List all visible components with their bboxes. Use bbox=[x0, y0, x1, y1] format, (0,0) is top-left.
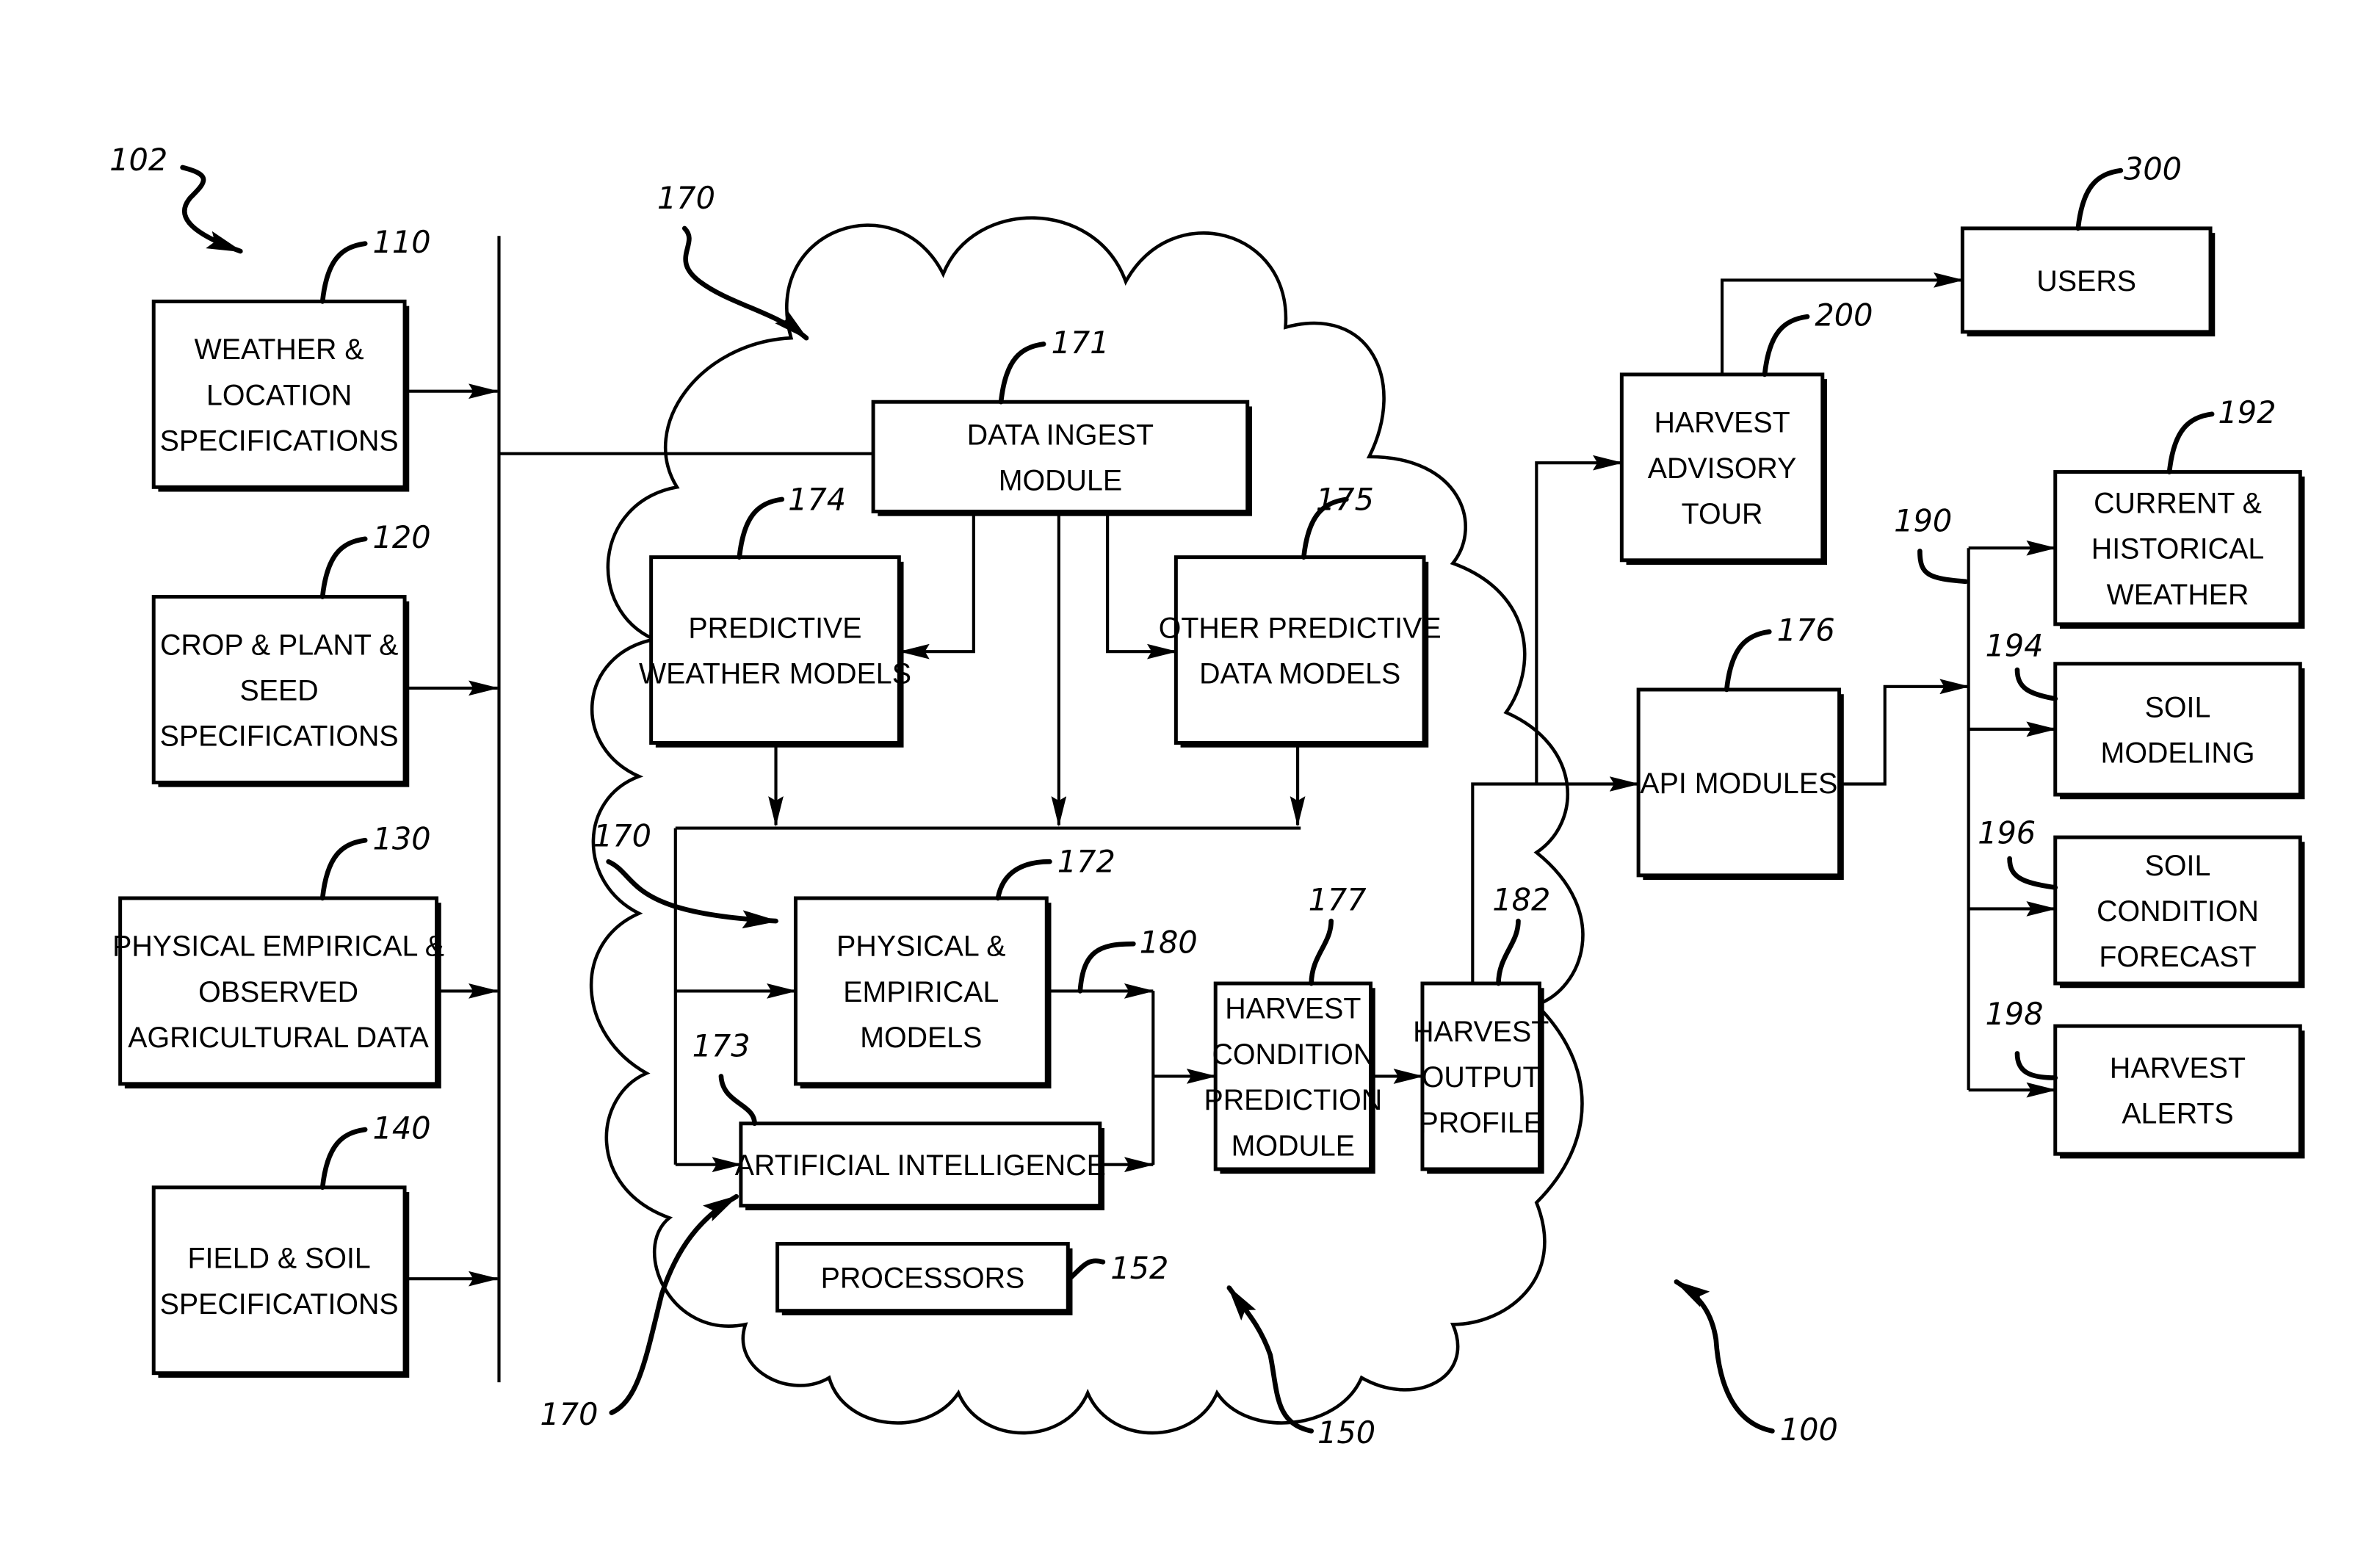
api-output-box-196: SOIL CONDITION FORECAST bbox=[2053, 835, 2305, 989]
api-modules-box-label-line: API MODULES bbox=[1640, 767, 1837, 800]
api-output-box-198: HARVEST ALERTS bbox=[2053, 1024, 2305, 1159]
input-box-140-frame bbox=[151, 1185, 407, 1376]
harvest-advisory-tour-box-label-line: ADVISORY bbox=[1648, 452, 1797, 485]
ref-152: 152 bbox=[1110, 1251, 1168, 1286]
ref-194: 194 bbox=[1985, 628, 2043, 663]
ref-171: 171 bbox=[1051, 325, 1109, 361]
harvest-condition-prediction-box: HARVEST CONDITION PREDICTION MODULE bbox=[1204, 981, 1383, 1174]
ref-198: 198 bbox=[1985, 997, 2043, 1032]
ref-140: 140 bbox=[373, 1110, 431, 1146]
input-box-140: FIELD & SOIL SPECIFICATIONS bbox=[151, 1185, 410, 1378]
input-box-110-label-line: LOCATION bbox=[206, 379, 352, 411]
physical-empirical-models-box: PHYSICAL & EMPIRICAL MODELS bbox=[793, 896, 1052, 1089]
harvest-advisory-tour-box-label-line: TOUR bbox=[1682, 498, 1763, 530]
api-output-box-196-label-line: SOIL bbox=[2145, 850, 2211, 882]
physical-empirical-models-box-label-line: MODELS bbox=[860, 1022, 982, 1054]
predictive-weather-models-box-frame bbox=[649, 555, 901, 745]
ref-300: 300 bbox=[2124, 152, 2182, 187]
harvest-output-profile-box: HARVEST OUTPUT PROFILE bbox=[1413, 981, 1549, 1174]
api-output-box-198-label-line: HARVEST bbox=[2110, 1052, 2246, 1085]
users-box-label-line: USERS bbox=[2036, 265, 2136, 297]
ref-150: 150 bbox=[1317, 1415, 1375, 1450]
other-predictive-data-models-box: OTHER PREDICTIVE DATA MODELS bbox=[1159, 555, 1442, 748]
ref-176: 176 bbox=[1777, 613, 1835, 648]
api-output-box-192-label-line: WEATHER bbox=[2107, 579, 2249, 611]
api-output-box-194-frame bbox=[2053, 662, 2302, 797]
arrow-api-to-group bbox=[1840, 679, 1970, 786]
api-output-box-198-label-line: ALERTS bbox=[2122, 1098, 2233, 1130]
physical-empirical-models-box-label-line: PHYSICAL & bbox=[836, 931, 1005, 963]
harvest-output-profile-box-label-line: PROFILE bbox=[1419, 1107, 1543, 1139]
api-output-box-192: CURRENT & HISTORICAL WEATHER bbox=[2053, 470, 2305, 629]
harvest-condition-prediction-box-label-line: PREDICTION bbox=[1204, 1084, 1383, 1116]
processors-box-label-line: PROCESSORS bbox=[821, 1262, 1025, 1295]
harvest-condition-prediction-box-label-line: CONDITION bbox=[1212, 1038, 1374, 1071]
artificial-intelligence-box-label-line: ARTIFICIAL INTELLIGENCE bbox=[735, 1149, 1106, 1182]
other-predictive-data-models-box-label-line: DATA MODELS bbox=[1199, 658, 1400, 690]
predictive-weather-models-box-label-line: PREDICTIVE bbox=[688, 612, 861, 644]
ref-172: 172 bbox=[1057, 845, 1115, 880]
api-modules-box: API MODULES bbox=[1636, 687, 1844, 881]
input-box-110-label-line: SPECIFICATIONS bbox=[160, 425, 399, 458]
data-ingest-module-box-label-line: DATA INGEST bbox=[967, 419, 1154, 451]
api-output-box-196-label-line: FORECAST bbox=[2099, 941, 2256, 973]
ref-102: 102 bbox=[109, 142, 167, 178]
api-output-box-194: SOIL MODELING bbox=[2053, 662, 2305, 800]
api-output-box-196-label-line: CONDITION bbox=[2097, 895, 2259, 928]
ref-170-top: 170 bbox=[657, 181, 715, 216]
ref-190: 190 bbox=[1894, 503, 1952, 538]
harvest-output-profile-box-label-line: OUTPUT bbox=[1422, 1061, 1541, 1094]
ref-196: 196 bbox=[1978, 815, 2036, 850]
input-box-140-label-line: SPECIFICATIONS bbox=[160, 1288, 399, 1320]
ref-200: 200 bbox=[1815, 298, 1873, 333]
input-box-140-label-line: FIELD & SOIL bbox=[187, 1243, 370, 1275]
input-box-120-label-line: SEED bbox=[240, 674, 319, 707]
api-output-box-192-label-line: CURRENT & bbox=[2094, 488, 2262, 520]
harvest-prediction-system-diagram: WEATHER &LOCATIONSPECIFICATIONSCROP & PL… bbox=[109, 142, 2305, 1450]
api-output-box-192-label-line: HISTORICAL bbox=[2091, 533, 2264, 566]
ref-170-mid: 170 bbox=[593, 818, 651, 853]
other-predictive-data-models-box-frame bbox=[1173, 555, 1426, 745]
artificial-intelligence-box: ARTIFICIAL INTELLIGENCE bbox=[735, 1121, 1106, 1210]
other-predictive-data-models-box-label-line: OTHER PREDICTIVE bbox=[1159, 612, 1442, 644]
api-output-box-194-label-line: MODELING bbox=[2101, 737, 2255, 769]
ref-130: 130 bbox=[373, 822, 431, 857]
arrow-output-to-advisory bbox=[1535, 455, 1624, 784]
ref-110: 110 bbox=[373, 225, 431, 260]
input-box-120: CROP & PLANT & SEED SPECIFICATIONS bbox=[151, 595, 410, 787]
harvest-advisory-tour-box: HARVEST ADVISORY TOUR bbox=[1619, 372, 1828, 566]
input-box-110: WEATHER & LOCATION SPECIFICATIONS bbox=[151, 299, 410, 492]
ref-180: 180 bbox=[1140, 925, 1198, 961]
ref-182: 182 bbox=[1492, 883, 1550, 918]
ref-192: 192 bbox=[2218, 395, 2276, 430]
ref-173: 173 bbox=[692, 1029, 751, 1064]
data-ingest-module-box: DATA INGEST MODULE bbox=[871, 400, 1252, 516]
ref-120: 120 bbox=[373, 520, 431, 555]
harvest-output-profile-box-label-line: HARVEST bbox=[1413, 1016, 1549, 1048]
input-box-130-label-line: AGRICULTURAL DATA bbox=[128, 1022, 429, 1054]
input-box-130: PHYSICAL EMPIRICAL & OBSERVED AGRICULTURAL… bbox=[112, 896, 444, 1089]
harvest-condition-prediction-box-label-line: MODULE bbox=[1232, 1130, 1355, 1162]
harvest-advisory-tour-box-label-line: HARVEST bbox=[1654, 407, 1790, 439]
harvest-condition-prediction-box-label-line: HARVEST bbox=[1225, 993, 1361, 1025]
input-box-120-label-line: CROP & PLANT & bbox=[160, 629, 398, 661]
api-output-box-194-label-line: SOIL bbox=[2145, 691, 2211, 723]
users-box: USERS bbox=[1960, 226, 2216, 337]
data-ingest-module-box-label-line: MODULE bbox=[999, 464, 1122, 496]
api-output-box-198-frame bbox=[2053, 1024, 2302, 1156]
processors-box: PROCESSORS bbox=[775, 1242, 1073, 1315]
ref-175: 175 bbox=[1316, 482, 1374, 517]
input-box-120-label-line: SPECIFICATIONS bbox=[160, 720, 399, 753]
ref-170-bottom: 170 bbox=[540, 1397, 598, 1432]
input-box-130-label-line: OBSERVED bbox=[198, 976, 358, 1008]
ref-177: 177 bbox=[1309, 883, 1367, 918]
predictive-weather-models-box: PREDICTIVE WEATHER MODELS bbox=[639, 555, 911, 748]
input-box-130-label-line: PHYSICAL EMPIRICAL & bbox=[112, 931, 444, 963]
predictive-weather-models-box-label-line: WEATHER MODELS bbox=[639, 658, 911, 690]
ref-100: 100 bbox=[1780, 1412, 1838, 1448]
input-box-110-label-line: WEATHER & bbox=[195, 333, 364, 366]
ref-174: 174 bbox=[788, 482, 846, 517]
physical-empirical-models-box-label-line: EMPIRICAL bbox=[843, 976, 999, 1008]
